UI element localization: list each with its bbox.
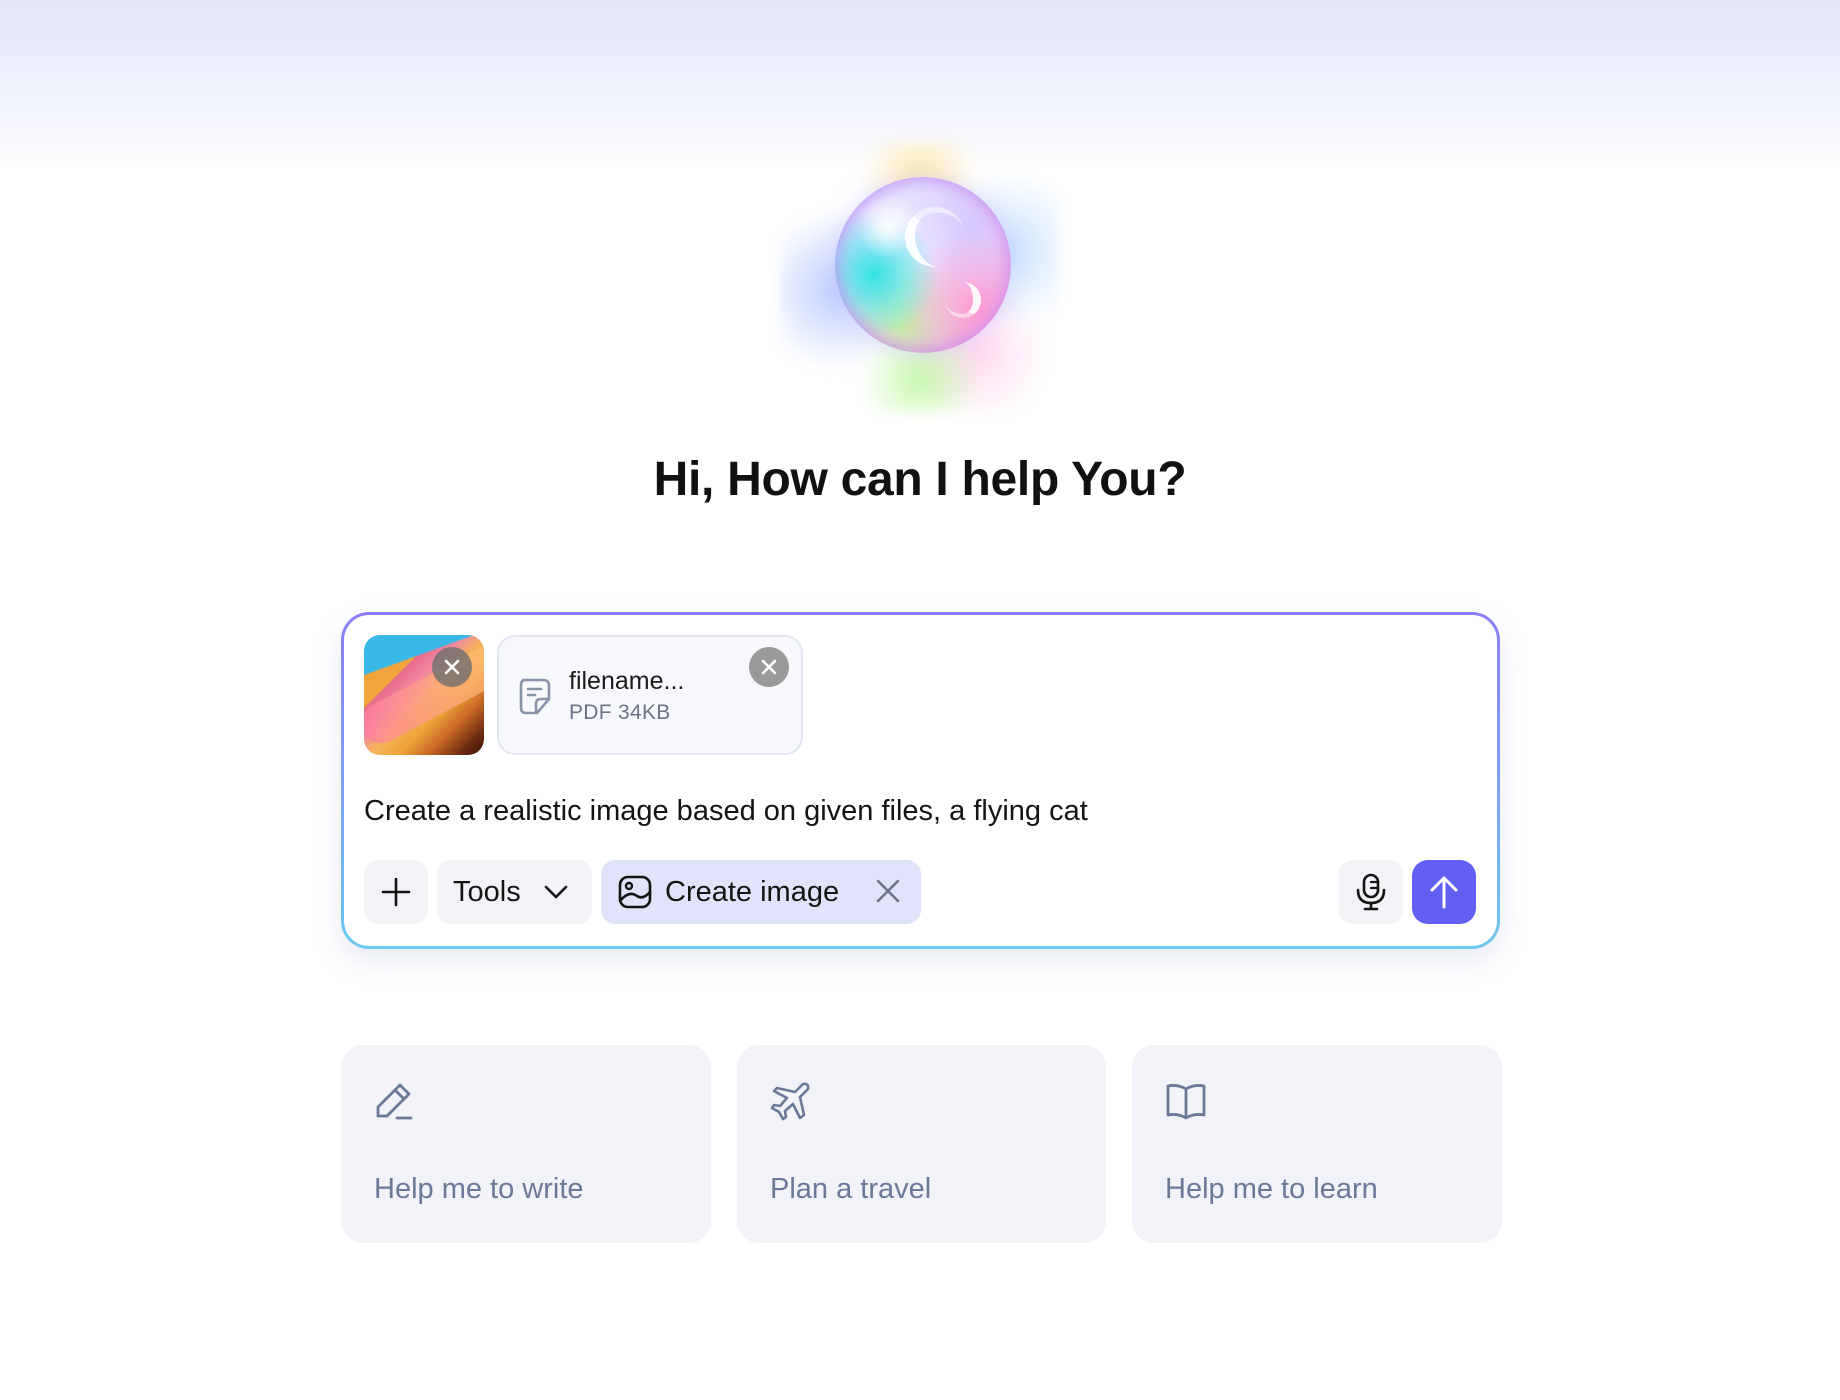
greeting-title: Hi, How can I help You? bbox=[653, 453, 1187, 506]
remove-image-button[interactable] bbox=[432, 647, 472, 687]
chat-composer: filename... PDF 34KB Create a realistic … bbox=[341, 612, 1500, 949]
orb-highlight bbox=[900, 202, 970, 272]
close-icon bbox=[444, 659, 460, 675]
image-icon bbox=[618, 875, 652, 909]
remove-file-button[interactable] bbox=[749, 647, 789, 687]
add-attachment-button[interactable] bbox=[364, 860, 428, 924]
chevron-down-icon bbox=[544, 885, 568, 899]
suggestion-card-write[interactable]: Help me to write bbox=[341, 1045, 711, 1243]
tools-label: Tools bbox=[453, 875, 521, 908]
arrow-up-icon bbox=[1430, 876, 1458, 909]
orb-sphere bbox=[835, 177, 1011, 353]
attached-file-card[interactable]: filename... PDF 34KB bbox=[497, 635, 803, 755]
tools-dropdown[interactable]: Tools bbox=[437, 860, 592, 924]
create-image-label: Create image bbox=[665, 875, 840, 908]
document-icon bbox=[519, 678, 551, 715]
assistant-home-page: Hi, How can I help You? filename... PDF bbox=[0, 0, 1840, 1400]
microphone-icon bbox=[1356, 873, 1386, 911]
book-icon bbox=[1166, 1084, 1206, 1120]
suggestion-card-learn[interactable]: Help me to learn bbox=[1132, 1045, 1502, 1243]
airplane-icon bbox=[770, 1082, 810, 1121]
voice-input-button[interactable] bbox=[1339, 860, 1403, 924]
pencil-icon bbox=[376, 1083, 413, 1120]
orb-highlight bbox=[945, 282, 981, 318]
attached-image-thumbnail[interactable] bbox=[364, 635, 484, 755]
close-icon bbox=[761, 659, 777, 675]
create-image-chip[interactable]: Create image bbox=[601, 860, 921, 924]
suggestion-card-travel[interactable]: Plan a travel bbox=[737, 1045, 1106, 1243]
file-meta: PDF 34KB bbox=[569, 701, 671, 724]
prompt-input[interactable]: Create a realistic image based on given … bbox=[364, 795, 1088, 828]
composer-body: filename... PDF 34KB Create a realistic … bbox=[344, 615, 1497, 946]
close-icon[interactable] bbox=[873, 876, 903, 906]
plus-icon bbox=[381, 877, 411, 907]
suggestion-label: Plan a travel bbox=[770, 1173, 932, 1205]
suggestion-label: Help me to learn bbox=[1165, 1173, 1378, 1205]
file-name: filename... bbox=[569, 667, 685, 695]
send-button[interactable] bbox=[1412, 860, 1476, 924]
suggestion-label: Help me to write bbox=[374, 1173, 584, 1205]
assistant-orb bbox=[780, 142, 1060, 412]
